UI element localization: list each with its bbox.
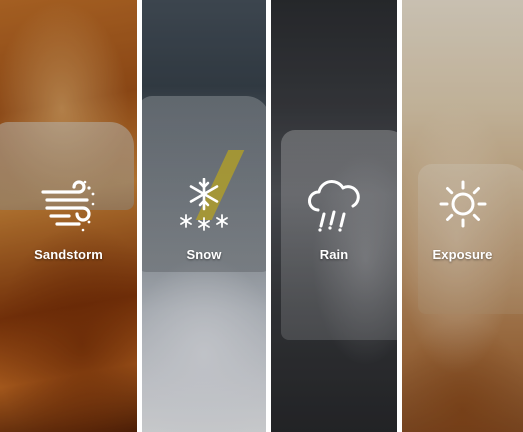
weather-mode-gallery: Sandstorm Snow Rain Exposure	[0, 0, 523, 432]
rain-cloud-icon	[308, 180, 360, 232]
panel-label-exposure: Exposure	[432, 247, 493, 262]
sandstorm-icon	[40, 180, 94, 232]
panel-sandstorm[interactable]: Sandstorm	[0, 0, 137, 432]
panel-snow[interactable]: Snow	[142, 0, 266, 432]
panel-label-sandstorm: Sandstorm	[34, 247, 103, 262]
snowflake-icon	[180, 178, 228, 231]
sun-icon	[439, 180, 486, 228]
panel-exposure[interactable]: Exposure	[402, 0, 523, 432]
panel-label-rain: Rain	[319, 247, 349, 262]
panel-rain[interactable]: Rain	[271, 0, 397, 432]
panel-label-snow: Snow	[186, 247, 222, 262]
